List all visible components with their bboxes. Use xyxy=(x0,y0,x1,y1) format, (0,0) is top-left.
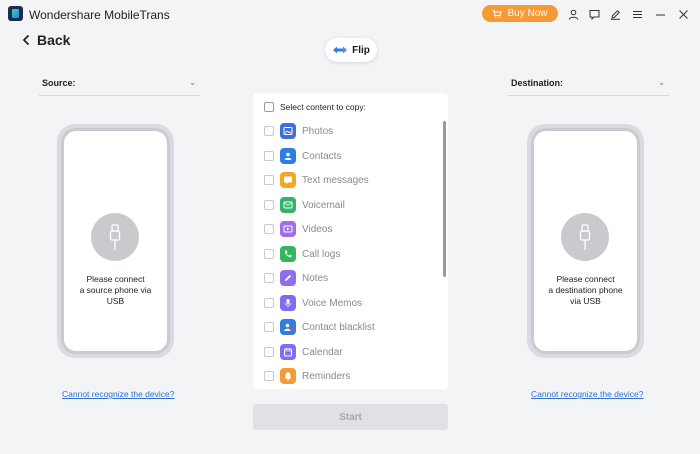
item-checkbox[interactable] xyxy=(264,126,274,136)
usb-cable-icon xyxy=(91,213,139,261)
buy-now-label: Buy Now xyxy=(507,8,548,19)
list-item[interactable]: Calendar xyxy=(264,343,343,361)
cart-icon xyxy=(492,9,503,18)
chevron-down-icon: ⌄ xyxy=(189,78,196,87)
feedback-icon[interactable] xyxy=(587,7,601,21)
item-checkbox[interactable] xyxy=(264,347,274,357)
flip-icon xyxy=(333,46,348,54)
usb-cable-icon xyxy=(561,213,609,261)
list-item[interactable]: Contacts xyxy=(264,147,341,165)
item-checkbox[interactable] xyxy=(264,273,274,283)
destination-phone: Please connect a destination phone via U… xyxy=(527,124,644,358)
back-button[interactable]: Back xyxy=(22,30,70,50)
account-icon[interactable] xyxy=(566,7,580,21)
source-label: Source: xyxy=(42,78,76,88)
item-label: Contacts xyxy=(302,150,342,162)
item-label: Voicemail xyxy=(302,199,345,211)
item-label: Photos xyxy=(302,125,334,137)
reminders-icon xyxy=(280,368,296,384)
list-item[interactable]: Voicemail xyxy=(264,196,345,214)
select-all-checkbox[interactable] xyxy=(264,102,274,112)
item-label: Text messages xyxy=(302,174,369,186)
list-item[interactable]: Notes xyxy=(264,269,328,287)
item-checkbox[interactable] xyxy=(264,249,274,259)
list-item[interactable]: Voice Memos xyxy=(264,294,362,312)
destination-help-link[interactable]: Cannot recognize the device? xyxy=(531,389,643,399)
select-all-label: Select content to copy: xyxy=(280,102,366,112)
list-item[interactable]: Videos xyxy=(264,220,332,238)
chevron-left-icon xyxy=(22,34,30,46)
calendar-icon xyxy=(280,344,296,360)
list-item[interactable]: Text messages xyxy=(264,171,369,189)
start-button[interactable]: Start xyxy=(253,404,448,430)
item-checkbox[interactable] xyxy=(264,200,274,210)
item-label: Contact blacklist xyxy=(302,321,375,333)
item-checkbox[interactable] xyxy=(264,224,274,234)
flip-button[interactable]: Flip xyxy=(325,38,377,62)
list-item[interactable]: Call logs xyxy=(264,245,340,263)
source-connect-message: Please connect a source phone via USB xyxy=(79,274,152,306)
destination-dropdown[interactable]: Destination: ⌄ xyxy=(508,74,669,96)
app-logo-icon xyxy=(8,6,23,21)
item-label: Notes xyxy=(302,272,329,284)
buy-now-button[interactable]: Buy Now xyxy=(482,5,558,22)
minimize-icon[interactable] xyxy=(653,7,667,21)
videos-icon xyxy=(280,221,296,237)
content-scrollbar[interactable] xyxy=(443,121,446,277)
item-label: Voice Memos xyxy=(302,297,363,309)
close-icon[interactable] xyxy=(676,7,690,21)
item-checkbox[interactable] xyxy=(264,322,274,332)
back-label: Back xyxy=(37,32,71,48)
photos-icon xyxy=(280,123,296,139)
flip-label: Flip xyxy=(352,44,370,56)
list-item[interactable]: Photos xyxy=(264,122,333,140)
destination-connect-message: Please connect a destination phone via U… xyxy=(548,274,623,306)
destination-label: Destination: xyxy=(511,78,564,88)
notes-icon xyxy=(280,270,296,286)
source-dropdown[interactable]: Source: ⌄ xyxy=(39,74,200,96)
call-logs-icon xyxy=(280,246,296,262)
item-checkbox[interactable] xyxy=(264,151,274,161)
title-bar: Wondershare MobileTrans Buy Now xyxy=(0,0,700,28)
item-label: Call logs xyxy=(302,248,341,260)
content-selection-panel: Select content to copy: Photos Contacts … xyxy=(253,93,448,389)
item-checkbox[interactable] xyxy=(264,175,274,185)
item-label: Reminders xyxy=(302,370,351,382)
edit-icon[interactable] xyxy=(608,7,622,21)
item-checkbox[interactable] xyxy=(264,371,274,381)
voice-memos-icon xyxy=(280,295,296,311)
item-label: Videos xyxy=(302,223,333,235)
menu-icon[interactable] xyxy=(630,7,644,21)
app-title: Wondershare MobileTrans xyxy=(29,8,170,22)
chevron-down-icon: ⌄ xyxy=(658,78,665,87)
list-item[interactable]: Contact blacklist xyxy=(264,318,375,336)
voicemail-icon xyxy=(280,197,296,213)
contact-blacklist-icon xyxy=(280,319,296,335)
item-label: Calendar xyxy=(302,346,343,358)
select-all-row[interactable]: Select content to copy: xyxy=(264,100,366,114)
item-checkbox[interactable] xyxy=(264,298,274,308)
list-item[interactable]: Reminders xyxy=(264,367,350,385)
source-phone: Please connect a source phone via USB xyxy=(57,124,174,358)
contacts-icon xyxy=(280,148,296,164)
source-help-link[interactable]: Cannot recognize the device? xyxy=(62,389,174,399)
messages-icon xyxy=(280,172,296,188)
